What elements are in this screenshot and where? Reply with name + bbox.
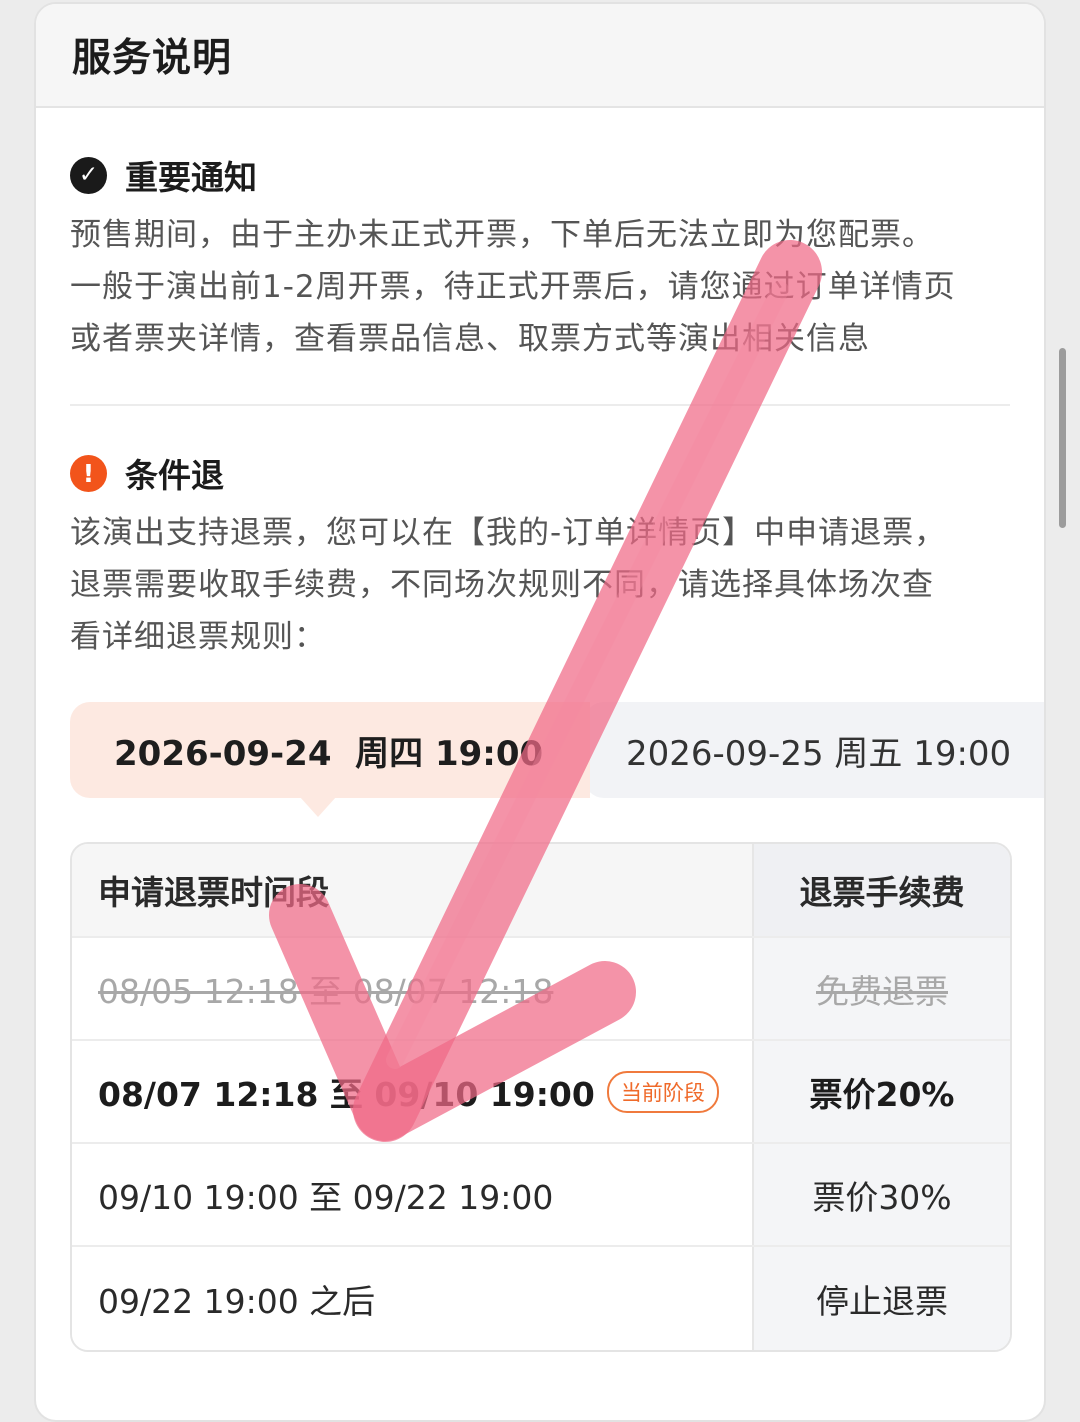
refund-period: 08/05 12:18 至 08/07 12:18 [98, 971, 554, 1011]
section-divider [70, 404, 1010, 406]
notice-line: 一般于演出前1-2周开票，待正式开票后，请您通过订单详情页 [70, 269, 956, 305]
selected-tab-pointer [300, 797, 336, 817]
scrollbar-thumb[interactable] [1059, 348, 1066, 528]
refund-period: 09/22 19:00 之后 [98, 1281, 376, 1321]
refund-fee: 票价20% [809, 1074, 955, 1114]
notice-title: 重要通知 [125, 158, 257, 197]
refund-period: 09/10 19:00 至 09/22 19:00 [98, 1177, 554, 1217]
session-tab-label: 2026-09-25 周五 19:00 [626, 733, 1012, 774]
refund-line: 看详细退票规则： [70, 619, 326, 655]
check-circle-icon: ✓ [70, 156, 107, 194]
session-tab-label: 2026-09-24 周四 19:00 [114, 733, 544, 774]
refund-fee: 免费退票 [816, 971, 948, 1011]
notice-section: ✓ 重要通知 预售期间，由于主办未正式开票，下单后无法立即为您配票。 一般于演出… [70, 150, 1020, 365]
table-row: 09/22 19:00 之后 停止退票 [72, 1247, 1010, 1350]
session-tab-0924[interactable]: 2026-09-24 周四 19:00 [70, 702, 590, 798]
column-header-fee: 退票手续费 [754, 844, 1010, 936]
warning-circle-icon: ! [70, 454, 107, 492]
refund-fee: 停止退票 [816, 1281, 948, 1321]
session-tab-0925[interactable]: 2026-09-25 周五 19:00 [584, 702, 1044, 798]
current-stage-badge: 当前阶段 [606, 1070, 719, 1113]
notice-line: 预售期间，由于主办未正式开票，下单后无法立即为您配票。 [70, 217, 934, 253]
table-header-row: 申请退票时间段 退票手续费 [72, 844, 1010, 938]
refund-rules-table: 申请退票时间段 退票手续费 08/05 12:18 至 08/07 12:18 … [70, 842, 1012, 1352]
card-header: 服务说明 [36, 4, 1044, 108]
table-row: 08/05 12:18 至 08/07 12:18 免费退票 [72, 938, 1010, 1041]
notice-text: 预售期间，由于主办未正式开票，下单后无法立即为您配票。 一般于演出前1-2周开票… [70, 209, 1020, 365]
table-row: 09/10 19:00 至 09/22 19:00 票价30% [72, 1144, 1010, 1247]
refund-line: 退票需要收取手续费，不同场次规则不同，请选择具体场次查 [70, 567, 934, 603]
refund-text: 该演出支持退票，您可以在【我的-订单详情页】中申请退票， 退票需要收取手续费，不… [70, 507, 1020, 663]
refund-period: 08/07 12:18 至 09/10 19:00 [98, 1074, 595, 1114]
column-header-period: 申请退票时间段 [72, 844, 754, 936]
refund-fee: 票价30% [812, 1177, 952, 1217]
notice-line: 或者票夹详情，查看票品信息、取票方式等演出相关信息 [70, 321, 870, 357]
table-row-current: 08/07 12:18 至 09/10 19:00 当前阶段 票价20% [72, 1041, 1010, 1144]
refund-line: 该演出支持退票，您可以在【我的-订单详情页】中申请退票， [70, 515, 947, 551]
service-description-card: 服务说明 ✓ 重要通知 预售期间，由于主办未正式开票，下单后无法立即为您配票。 … [34, 2, 1046, 1422]
page-title: 服务说明 [72, 36, 233, 81]
refund-section: ! 条件退 该演出支持退票，您可以在【我的-订单详情页】中申请退票， 退票需要收… [70, 448, 1020, 663]
refund-title: 条件退 [125, 456, 224, 495]
